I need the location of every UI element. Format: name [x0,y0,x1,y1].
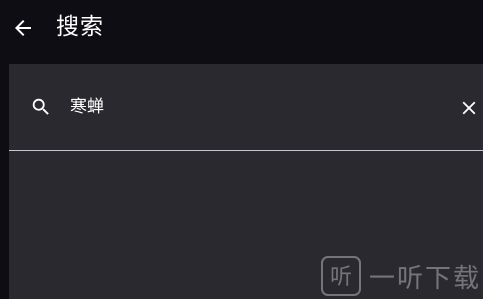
search-input[interactable] [70,93,430,121]
top-app-bar: 搜索 [0,0,483,56]
watermark-text: 一听下载 [369,263,482,294]
search-bar [9,64,483,150]
watermark: 听 一听下载 [321,256,481,296]
search-screen: 搜索 听 一听下载 [0,0,483,299]
search-icon [32,98,49,115]
arrow-left-icon [15,20,31,36]
back-button[interactable] [11,16,35,40]
page-title: 搜索 [56,14,104,40]
watermark-logo-icon: 听 [321,256,361,296]
search-divider [9,150,483,151]
watermark-logo-char: 听 [330,265,352,290]
close-icon[interactable] [458,97,480,119]
